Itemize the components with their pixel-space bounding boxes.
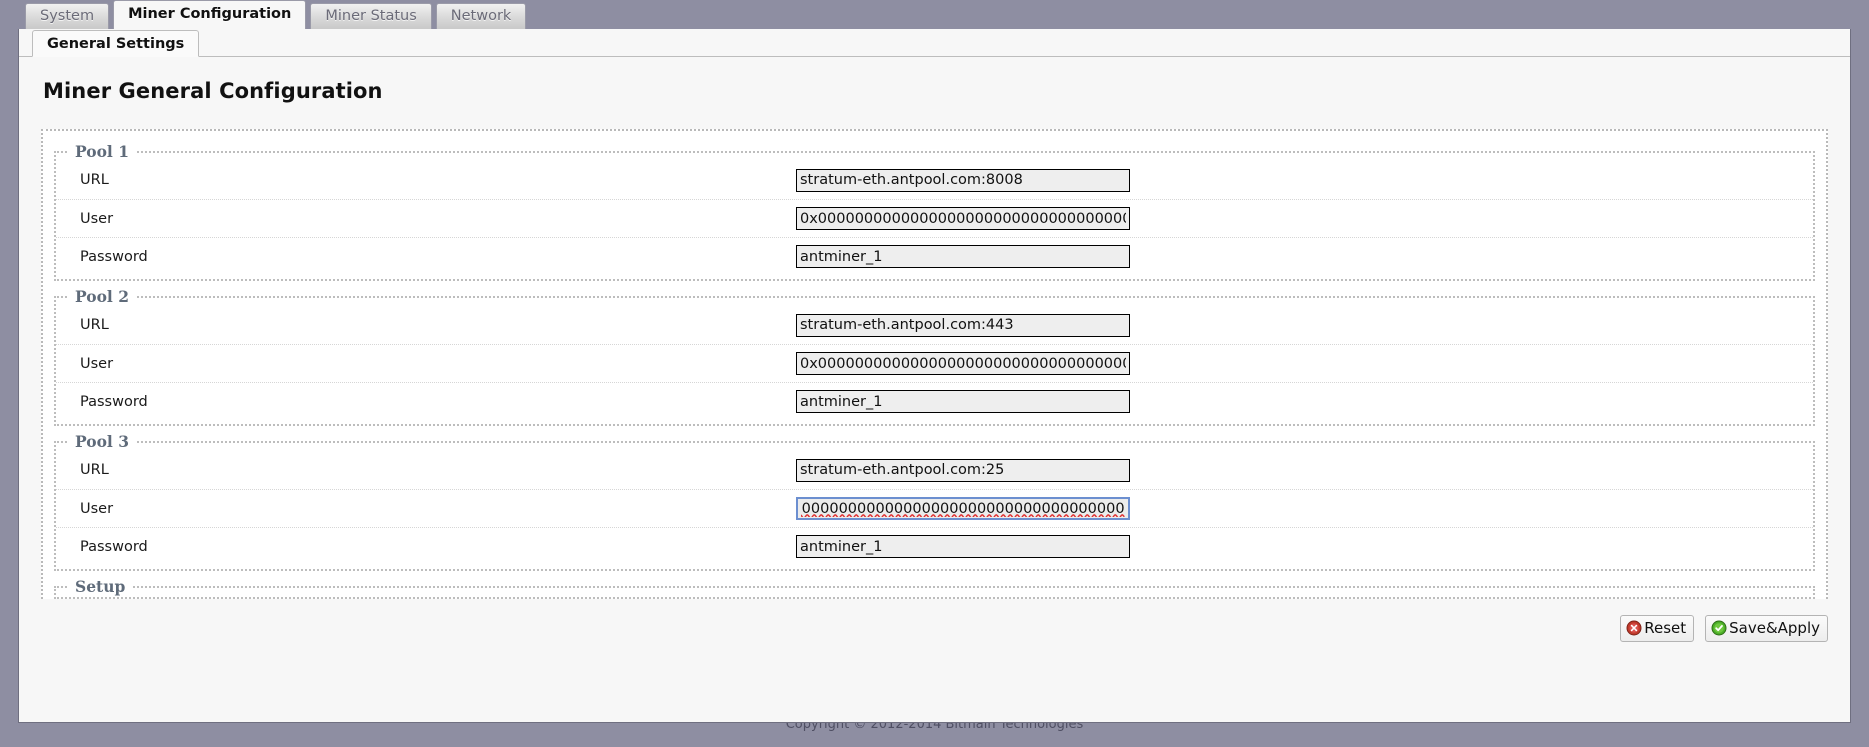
sub-tab-bar: General Settings xyxy=(19,29,1850,57)
reset-button-label: Reset xyxy=(1644,619,1687,637)
fieldset-pool-2: Pool 2 URL User Password xyxy=(54,287,1815,426)
pool1-url-input[interactable] xyxy=(796,168,1130,192)
pool2-url-input[interactable] xyxy=(796,313,1130,337)
sub-tab-label: General Settings xyxy=(47,36,185,52)
form-row-control xyxy=(796,207,1805,230)
fieldset-legend: Setup xyxy=(75,577,126,596)
form-row-control xyxy=(796,313,1805,337)
main-tab-label: Miner Configuration xyxy=(128,6,292,22)
pool2-password-input[interactable] xyxy=(796,390,1130,413)
form-row: Password xyxy=(56,527,1813,565)
reset-button[interactable]: Reset xyxy=(1620,614,1695,642)
form-row: URL xyxy=(56,451,1813,489)
save-apply-button[interactable]: Save&Apply xyxy=(1705,614,1828,642)
form-row-label: Password xyxy=(80,248,148,265)
fieldset-setup: Setup xyxy=(54,577,1815,599)
form-row: User xyxy=(56,199,1813,237)
form-row-label: User xyxy=(80,210,114,227)
fieldset-pool-1: Pool 1 URL User Password xyxy=(54,142,1815,281)
check-circle-icon xyxy=(1711,620,1727,636)
content-area: Miner General Configuration Pool 1 URL Use… xyxy=(19,79,1850,599)
form-row: Password xyxy=(56,382,1813,420)
pool2-user-input[interactable] xyxy=(796,352,1130,375)
form-row: User xyxy=(56,489,1813,527)
error-circle-icon xyxy=(1626,620,1642,636)
form-row-label: User xyxy=(80,355,114,372)
form-row: URL xyxy=(56,306,1813,344)
configuration-form: Pool 1 URL User Password Pool 2 URL User Passwo… xyxy=(41,129,1828,599)
form-row-control xyxy=(796,497,1805,520)
pool3-user-input[interactable] xyxy=(796,497,1130,520)
main-tab-miner-configuration[interactable]: Miner Configuration xyxy=(113,0,307,29)
form-row-label: User xyxy=(80,500,114,517)
fieldset-legend: Pool 2 xyxy=(75,287,129,306)
main-tab-system[interactable]: System xyxy=(25,3,110,29)
form-row: Password xyxy=(56,237,1813,275)
main-tab-label: Miner Status xyxy=(325,8,417,24)
form-row-control xyxy=(796,535,1805,558)
pool1-user-input[interactable] xyxy=(796,207,1130,230)
form-row-control xyxy=(796,352,1805,375)
main-tab-network[interactable]: Network xyxy=(435,3,527,29)
form-row-control xyxy=(796,168,1805,192)
form-row-label: URL xyxy=(80,172,109,188)
page-title: Miner General Configuration xyxy=(43,79,383,103)
form-row-control xyxy=(796,458,1805,482)
action-bar: Reset Save&Apply xyxy=(19,599,1850,657)
main-tab-miner-status[interactable]: Miner Status xyxy=(310,3,432,29)
pool3-password-input[interactable] xyxy=(796,535,1130,558)
form-row-label: URL xyxy=(80,317,109,333)
page-shell: General Settings Miner General Configura… xyxy=(18,29,1851,723)
save-apply-button-label: Save&Apply xyxy=(1729,619,1820,637)
form-row: URL xyxy=(56,161,1813,199)
main-tab-bar: System Miner Configuration Miner Status Net… xyxy=(0,0,1869,29)
form-row-label: URL xyxy=(80,462,109,478)
main-tab-label: System xyxy=(40,8,95,24)
fieldset-legend: Pool 3 xyxy=(75,432,129,451)
fieldset-pool-3: Pool 3 URL User Password xyxy=(54,432,1815,571)
form-row-control xyxy=(796,390,1805,413)
form-row: User xyxy=(56,344,1813,382)
form-row-control xyxy=(796,245,1805,268)
main-tab-label: Network xyxy=(450,8,512,24)
form-row-label: Password xyxy=(80,538,148,555)
form-row-label: Password xyxy=(80,393,148,410)
pool1-password-input[interactable] xyxy=(796,245,1130,268)
pool3-url-input[interactable] xyxy=(796,458,1130,482)
fieldset-legend: Pool 1 xyxy=(75,142,129,161)
sub-tab-general-settings[interactable]: General Settings xyxy=(32,30,200,57)
